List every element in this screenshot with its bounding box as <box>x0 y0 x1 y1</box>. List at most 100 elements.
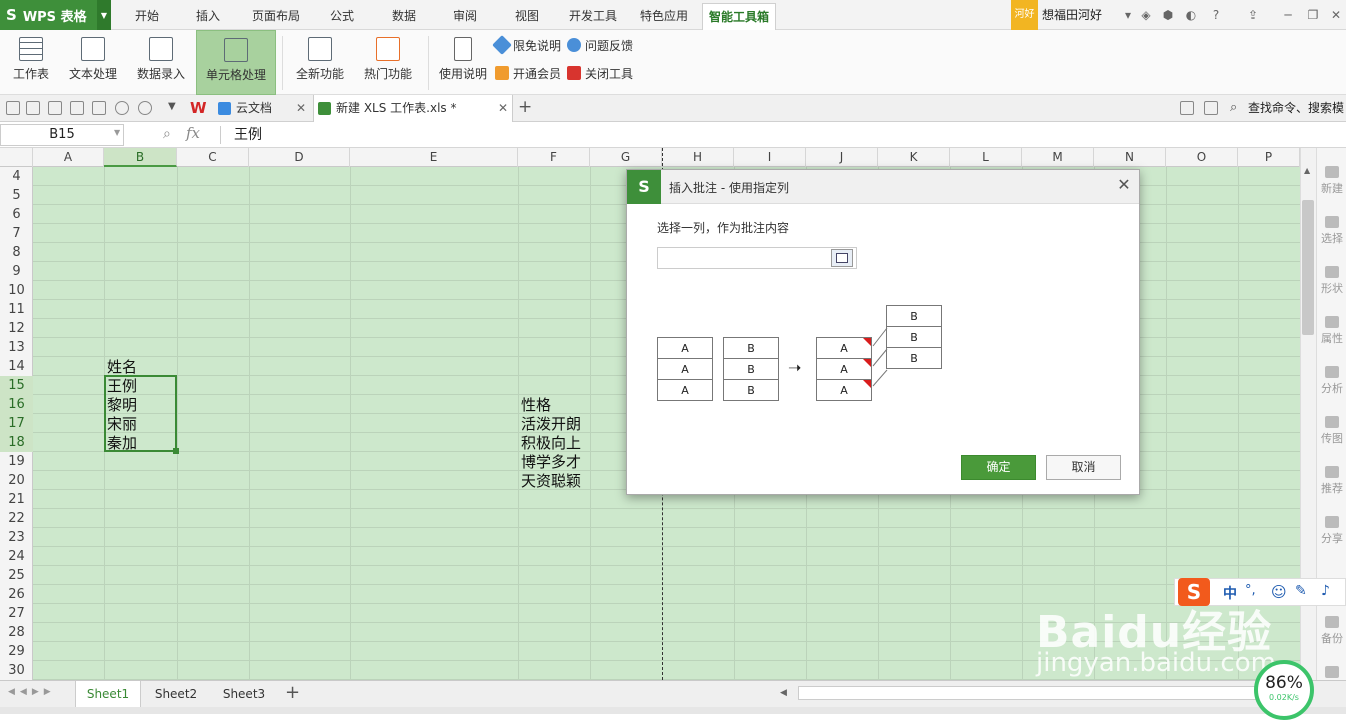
tab-formulas[interactable]: 公式 <box>322 0 362 30</box>
side-properties-button[interactable]: 属性 <box>1317 316 1346 346</box>
speed-meter[interactable]: 86% 0.02K/s <box>1254 660 1314 720</box>
row-header[interactable]: 16 <box>0 395 33 414</box>
cell-f17[interactable]: 活泼开朗 <box>521 415 581 434</box>
hot-features-button[interactable]: 热门功能 <box>356 30 420 95</box>
minimize-icon[interactable]: ─ <box>1280 7 1296 23</box>
close-tab-icon[interactable]: ✕ <box>498 95 508 122</box>
new-features-button[interactable]: 全新功能 <box>288 30 352 95</box>
column-header[interactable]: K <box>878 148 950 167</box>
cell-f19[interactable]: 博学多才 <box>521 453 581 472</box>
select-all-corner[interactable] <box>0 148 33 167</box>
tab-developer[interactable]: 开发工具 <box>563 0 623 30</box>
row-header[interactable]: 9 <box>0 262 33 281</box>
sheet-tab[interactable]: Sheet3 <box>211 681 277 707</box>
row-header[interactable]: 30 <box>0 661 33 680</box>
row-header[interactable]: 7 <box>0 224 33 243</box>
row-header[interactable]: 15 <box>0 376 33 395</box>
row-header[interactable]: 29 <box>0 642 33 661</box>
row-header[interactable]: 20 <box>0 471 33 490</box>
name-box-dropdown-icon[interactable]: ▼ <box>114 128 120 137</box>
tab-features[interactable]: 特色应用 <box>634 0 694 30</box>
row-header[interactable]: 18 <box>0 433 33 452</box>
wps-home-icon[interactable]: W <box>190 99 207 117</box>
row-header[interactable]: 14 <box>0 357 33 376</box>
side-new-button[interactable]: 新建 <box>1317 166 1346 196</box>
tab-smart-toolbox[interactable]: 智能工具箱 <box>702 3 776 30</box>
side-share-button[interactable]: 分享 <box>1317 516 1346 546</box>
print-preview-icon[interactable] <box>92 101 106 115</box>
share-icon[interactable] <box>1204 101 1218 115</box>
row-header[interactable]: 26 <box>0 585 33 604</box>
column-header[interactable]: H <box>662 148 734 167</box>
row-header[interactable]: 17 <box>0 414 33 433</box>
cloud-docs-tab[interactable]: 云文档 ✕ <box>214 95 310 122</box>
user-name[interactable]: 想福田河好 <box>1042 0 1102 30</box>
sheet-nav-arrows-icon[interactable]: ◀◀▶▶ <box>8 687 56 697</box>
column-header[interactable]: P <box>1238 148 1300 167</box>
settings-icon[interactable]: ⬢ <box>1160 7 1176 23</box>
row-header[interactable]: 10 <box>0 281 33 300</box>
sheet-tab[interactable]: Sheet2 <box>143 681 209 707</box>
side-select-button[interactable]: 选择 <box>1317 216 1346 246</box>
row-header[interactable]: 21 <box>0 490 33 509</box>
help-icon[interactable]: ? <box>1208 7 1224 23</box>
cancel-button[interactable]: 取消 <box>1046 455 1121 480</box>
formula-input[interactable]: 王例 <box>234 124 262 146</box>
free-limit-link[interactable]: 限免说明 <box>513 37 561 54</box>
row-header[interactable]: 5 <box>0 186 33 205</box>
row-header[interactable]: 24 <box>0 547 33 566</box>
fill-handle[interactable] <box>173 448 179 454</box>
column-header[interactable]: N <box>1094 148 1166 167</box>
column-header[interactable]: B <box>104 148 177 167</box>
zoom-search-icon[interactable]: ⌕ <box>163 126 171 142</box>
range-picker-icon[interactable] <box>831 249 853 267</box>
restore-icon[interactable]: ❐ <box>1305 7 1321 23</box>
cell-processing-button[interactable]: 单元格处理 <box>196 30 276 95</box>
column-header[interactable]: M <box>1022 148 1094 167</box>
row-header[interactable]: 25 <box>0 566 33 585</box>
usage-guide-button[interactable]: 使用说明 <box>436 30 490 95</box>
scroll-up-icon[interactable]: ▲ <box>1304 166 1310 175</box>
print-icon[interactable] <box>48 101 62 115</box>
row-header[interactable]: 12 <box>0 319 33 338</box>
tab-insert[interactable]: 插入 <box>186 0 230 30</box>
close-tab-icon[interactable]: ✕ <box>296 95 306 122</box>
membership-link[interactable]: 开通会员 <box>513 65 561 82</box>
new-tab-icon[interactable]: + <box>518 97 532 117</box>
scroll-left-icon[interactable]: ◀ <box>780 688 787 698</box>
side-recommend-button[interactable]: 推荐 <box>1317 466 1346 496</box>
cell-f18[interactable]: 积极向上 <box>521 434 581 453</box>
column-header[interactable]: E <box>350 148 518 167</box>
row-header[interactable]: 28 <box>0 623 33 642</box>
feedback-icon[interactable]: ◐ <box>1183 7 1199 23</box>
user-dropdown-icon[interactable]: ▾ <box>1120 7 1136 23</box>
row-header[interactable]: 8 <box>0 243 33 262</box>
tab-home[interactable]: 开始 <box>125 0 169 30</box>
close-icon[interactable]: ✕ <box>1115 176 1133 194</box>
column-header[interactable]: J <box>806 148 878 167</box>
undo-icon[interactable] <box>115 101 129 115</box>
close-tool-link[interactable]: 关闭工具 <box>585 65 633 82</box>
horizontal-scrollbar[interactable] <box>798 686 1258 700</box>
redo-icon[interactable] <box>138 101 152 115</box>
cell-f20[interactable]: 天资聪颖 <box>521 472 581 491</box>
side-upload-image-button[interactable]: 传图 <box>1317 416 1346 446</box>
column-header[interactable]: I <box>734 148 806 167</box>
cell-f16[interactable]: 性格 <box>521 396 551 415</box>
data-entry-button[interactable]: 数据录入 <box>130 30 192 95</box>
row-header[interactable]: 23 <box>0 528 33 547</box>
microphone-icon[interactable]: ♪ <box>1321 583 1330 599</box>
add-sheet-icon[interactable]: + <box>285 682 300 703</box>
export-icon[interactable] <box>70 101 84 115</box>
close-window-icon[interactable]: ✕ <box>1328 7 1344 23</box>
row-header[interactable]: 22 <box>0 509 33 528</box>
column-header[interactable]: G <box>590 148 662 167</box>
column-header[interactable]: F <box>518 148 590 167</box>
save-icon[interactable] <box>26 101 40 115</box>
column-header[interactable]: O <box>1166 148 1238 167</box>
side-analysis-button[interactable]: 分析 <box>1317 366 1346 396</box>
column-header[interactable]: A <box>33 148 104 167</box>
tab-data[interactable]: 数据 <box>384 0 424 30</box>
column-header[interactable]: C <box>177 148 249 167</box>
name-box[interactable]: B15 <box>0 124 124 146</box>
